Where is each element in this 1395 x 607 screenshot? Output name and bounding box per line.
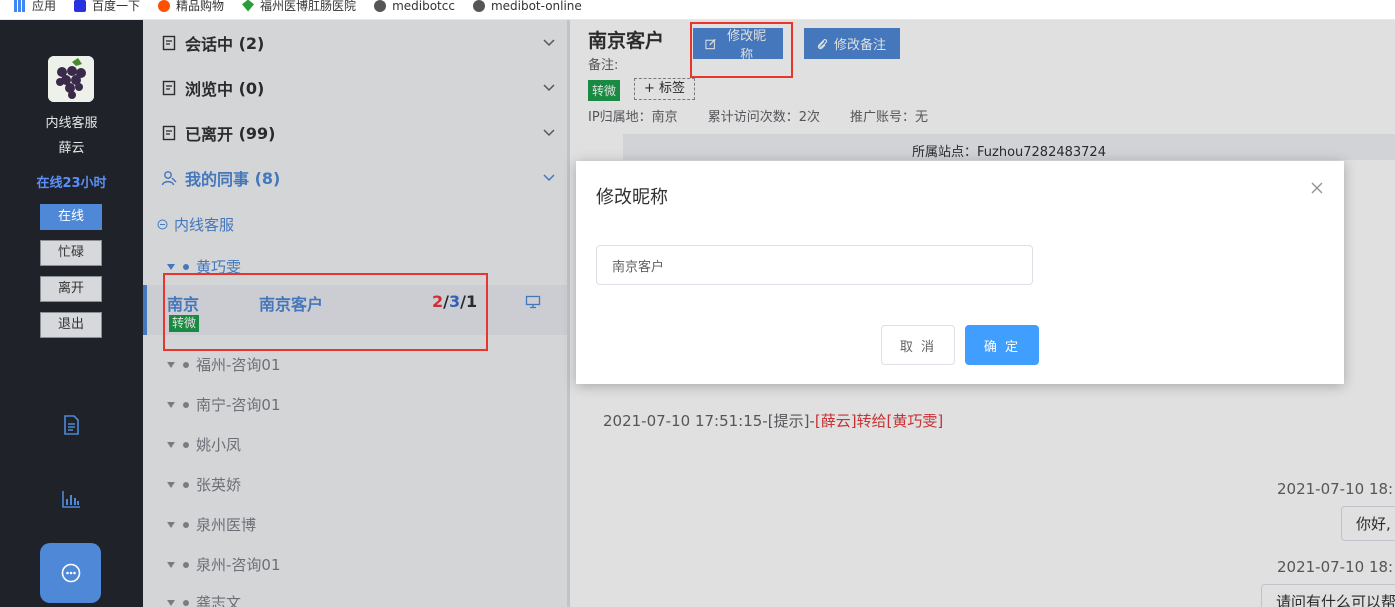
globe-icon — [374, 0, 387, 12]
online-duration: 在线23小时 — [36, 176, 107, 191]
message-timestamp: 2021-07-10 18: — [1277, 480, 1394, 498]
add-tag-button[interactable]: + 标签 — [634, 78, 696, 100]
bookmark-baidu[interactable]: 百度一下 — [74, 0, 140, 14]
document-icon[interactable] — [60, 414, 82, 436]
edit-nickname-button[interactable]: 修改昵称 — [693, 28, 783, 63]
subgroup-internal-service[interactable]: 内线客服 — [157, 214, 234, 235]
group-colleagues[interactable]: 我的同事 (8) — [161, 163, 556, 193]
site-info: 所属站点：Fuzhou7282483724 — [623, 134, 1395, 160]
caret-down-icon — [167, 361, 175, 368]
collapse-circle-icon — [157, 219, 168, 230]
caret-down-icon — [167, 263, 175, 270]
active-session-item[interactable]: 南京 南京客户 2/3/1 转微 — [143, 285, 567, 335]
dialog-title: 修改昵称 — [596, 187, 668, 208]
ip-location: IP归属地：南京 — [588, 110, 678, 125]
member-item[interactable]: 泉州医博 — [167, 514, 256, 535]
session-city: 南京 — [167, 295, 200, 314]
bookmark-hospital[interactable]: 福州医博肛肠医院 — [242, 0, 356, 14]
grapes-avatar-icon — [48, 56, 94, 102]
close-icon[interactable] — [1310, 181, 1324, 195]
chevron-down-icon — [543, 129, 555, 137]
session-counts: 2/3/1 — [432, 292, 478, 311]
caret-down-icon — [167, 481, 175, 488]
member-item[interactable]: 南宁-咨询01 — [167, 394, 281, 415]
status-dot-icon — [183, 361, 189, 368]
member-item[interactable]: 福州-咨询01 — [167, 354, 281, 375]
edit-nickname-dialog: 修改昵称 取 消 确 定 — [576, 161, 1344, 384]
left-rail: 内线客服 薛云 在线23小时 在线 忙碌 离开 退出 — [0, 20, 143, 607]
leaf-icon — [242, 0, 255, 12]
bookmark-shopping[interactable]: 精品购物 — [158, 0, 224, 14]
conversation-list: 会话中 (2) 浏览中 (0) 已离开 (99) 我的同事 (8) 内线客服 黄… — [143, 20, 570, 607]
clipboard-icon — [162, 80, 176, 96]
visit-count: 累计访问次数：2次 — [707, 110, 820, 125]
status-dot-icon — [183, 441, 189, 448]
customer-info: IP归属地：南京 累计访问次数：2次 推广账号：无 — [588, 106, 928, 125]
session-customer-name: 南京客户 — [259, 295, 324, 314]
customer-title: 南京客户 — [588, 30, 665, 52]
caret-down-icon — [167, 599, 175, 606]
member-item[interactable]: 张英娇 — [167, 474, 241, 495]
note-label: 备注: — [588, 58, 619, 73]
apps-grid-icon — [14, 0, 26, 12]
status-dot-icon — [183, 561, 189, 568]
user-icon — [161, 171, 177, 186]
group-in-session[interactable]: 会话中 (2) — [161, 28, 556, 58]
edit-note-button[interactable]: 修改备注 — [804, 28, 900, 59]
caret-down-icon — [167, 521, 175, 528]
logout-button[interactable]: 退出 — [40, 312, 102, 338]
chevron-down-icon — [543, 84, 555, 92]
confirm-button[interactable]: 确 定 — [965, 325, 1039, 365]
chat-bubble-icon — [61, 563, 80, 583]
member-item[interactable]: 姚小凤 — [167, 434, 241, 455]
status-busy-button[interactable]: 忙碌 — [40, 240, 102, 266]
caret-down-icon — [167, 561, 175, 568]
clipboard-icon — [162, 125, 176, 141]
member-item[interactable]: 黄巧雯 — [167, 256, 241, 277]
shopping-icon — [158, 0, 171, 12]
clipboard-icon — [162, 35, 176, 51]
status-online-button[interactable]: 在线 — [40, 204, 102, 230]
globe-icon — [472, 0, 485, 12]
monitor-icon[interactable] — [525, 295, 541, 309]
agent-role: 内线客服 — [45, 116, 98, 131]
edit-icon — [705, 38, 716, 49]
group-left[interactable]: 已离开 (99) — [161, 118, 556, 148]
bookmark-apps[interactable]: 应用 — [14, 0, 56, 14]
bookmarks-bar: 应用 百度一下 精品购物 福州医博肛肠医院 medibotcc medibot-… — [0, 0, 1395, 20]
status-dot-icon — [183, 263, 189, 270]
chevron-down-icon — [543, 174, 555, 182]
status-dot-icon — [183, 401, 189, 408]
status-dot-icon — [183, 481, 189, 488]
agent-name: 薛云 — [58, 141, 85, 156]
cancel-button[interactable]: 取 消 — [881, 325, 955, 365]
chevron-down-icon — [543, 39, 555, 47]
member-item[interactable]: 泉州-咨询01 — [167, 554, 281, 575]
bar-chart-icon[interactable] — [60, 488, 82, 510]
message-bubble: 请问有什么可以帮 — [1261, 584, 1395, 607]
avatar[interactable] — [48, 56, 94, 102]
status-dot-icon — [183, 599, 189, 606]
group-browsing[interactable]: 浏览中 (0) — [161, 73, 556, 103]
caret-down-icon — [167, 441, 175, 448]
status-dot-icon — [183, 521, 189, 528]
baidu-icon — [74, 0, 87, 12]
status-away-button[interactable]: 离开 — [40, 276, 102, 302]
promo-account: 推广账号：无 — [849, 110, 928, 125]
message-timestamp: 2021-07-10 18: — [1277, 558, 1394, 576]
bookmark-medibotcc[interactable]: medibotcc — [374, 0, 455, 13]
message-bubble: 你好, — [1341, 506, 1395, 541]
nickname-input[interactable] — [596, 245, 1033, 285]
paperclip-icon — [817, 38, 828, 49]
member-item[interactable]: 龚志文 — [167, 592, 241, 607]
session-tag: 转微 — [169, 315, 200, 332]
customer-tag: 转微 — [588, 80, 621, 101]
bookmark-medibot-online[interactable]: medibot-online — [472, 0, 582, 13]
chat-nav-button[interactable] — [40, 543, 101, 603]
system-message: 2021-07-10 17:51:15-[提示]-[薛云]转给[黄巧雯] — [603, 412, 944, 430]
caret-down-icon — [167, 401, 175, 408]
